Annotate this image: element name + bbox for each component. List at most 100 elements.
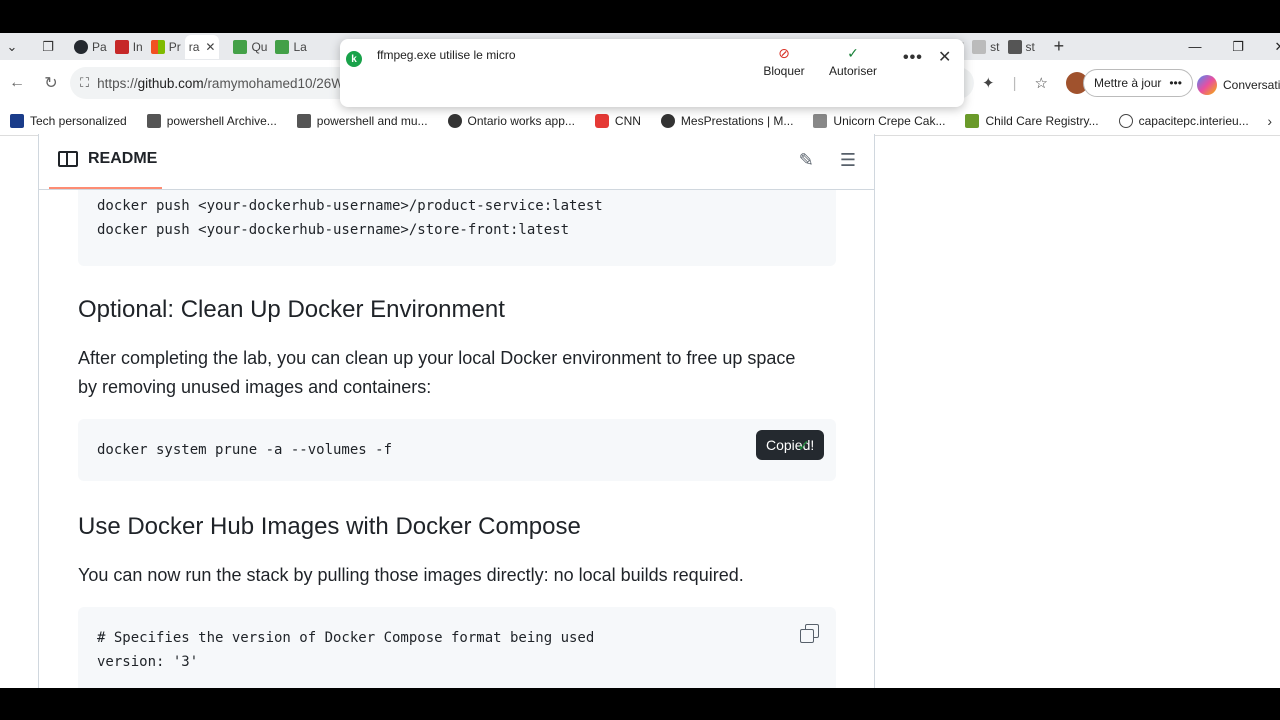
powershell-icon: [296, 113, 311, 128]
code-line: docker system prune -a --volumes -f: [97, 442, 393, 458]
checkmark-icon[interactable]: ✓: [798, 435, 809, 456]
edit-pencil-icon[interactable]: ✎: [799, 150, 814, 171]
toolbar-right: ✦ | ☆: [982, 60, 1088, 106]
microsoft-icon: [150, 39, 165, 54]
tab-label: La: [293, 39, 307, 54]
bookmark-label: powershell Archive...: [166, 113, 277, 128]
favorites-icon[interactable]: ☆: [1034, 74, 1047, 92]
refresh-icon[interactable]: ↻: [34, 66, 68, 100]
tab-active[interactable]: ra ✕: [184, 34, 220, 59]
copied-tooltip: Copied!: [756, 430, 825, 460]
url-domain: github.com: [137, 75, 204, 91]
bookmark-label: Tech personalized: [30, 113, 127, 128]
permission-message: ffmpeg.exe utilise le micro: [377, 48, 516, 62]
tab-5[interactable]: Qu: [229, 35, 271, 59]
bookmark-label: Child Care Registry...: [985, 113, 1099, 128]
allow-check-icon: ✓: [847, 45, 859, 61]
close-x-favicon-icon: [114, 39, 129, 54]
ontario-icon: [447, 113, 462, 128]
child-care-icon: [965, 113, 980, 128]
tab-2[interactable]: In: [111, 35, 147, 59]
code-line: version: '3': [97, 654, 199, 670]
bookmark-item[interactable]: Child Care Registry...: [965, 113, 1099, 128]
tab-label: In: [132, 39, 143, 54]
update-label: Mettre à jour: [1094, 76, 1162, 90]
workspaces-icon[interactable]: ❐: [36, 35, 60, 59]
section-heading: Use Docker Hub Images with Docker Compos…: [78, 513, 581, 540]
block-icon: ⊘: [778, 45, 790, 61]
tab-label: st: [1025, 39, 1035, 54]
section-heading: Optional: Clean Up Docker Environment: [78, 296, 505, 323]
tab-list-chevron-icon[interactable]: ⌄: [0, 35, 24, 59]
bookmark-item[interactable]: MesPrestations | M...: [660, 113, 793, 128]
top-black-bar: [0, 0, 1280, 33]
bookmark-label: capacitepc.interieu...: [1138, 113, 1249, 128]
bookmark-label: CNN: [614, 113, 641, 128]
stick-figure-icon: [972, 39, 987, 54]
bookmark-item[interactable]: powershell Archive...: [146, 113, 277, 128]
readme-header: README ✎ ☰: [39, 134, 874, 190]
readme-tab-underline: [49, 187, 162, 189]
outline-list-icon[interactable]: ☰: [840, 150, 856, 171]
app-k-icon: k: [346, 51, 362, 67]
copy-icon[interactable]: [800, 624, 819, 643]
powershell-icon: [146, 113, 161, 128]
bookmark-item[interactable]: CNN: [594, 113, 641, 128]
bookmark-item[interactable]: Tech personalized: [10, 113, 127, 128]
update-button[interactable]: Mettre à jour •••: [1083, 69, 1193, 97]
tab-1[interactable]: Pa: [70, 35, 111, 59]
microphone-permission-popup: k ffmpeg.exe utilise le micro ⊘ Bloquer ✓…: [340, 39, 964, 107]
block-button[interactable]: ⊘ Bloquer: [754, 46, 814, 78]
tab-3[interactable]: Pr: [147, 35, 185, 59]
allow-label: Autoriser: [828, 64, 878, 78]
url-prefix: https://: [97, 75, 138, 91]
new-tab-plus-icon[interactable]: +: [1047, 35, 1071, 59]
github-icon: [74, 39, 88, 54]
close-tab-icon[interactable]: ✕: [205, 40, 215, 54]
readme-actions: ✎ ☰: [799, 150, 856, 171]
close-window-icon[interactable]: ✕: [1260, 33, 1280, 60]
browser-window: ⌄ ❐ Pa In Pr ra✕ Qu La wi st st + — ❐ ✕ …: [0, 33, 1280, 688]
ontario-icon: [660, 113, 675, 128]
tab-label: Pa: [92, 39, 107, 54]
extensions-icon[interactable]: ✦: [982, 74, 995, 92]
close-popup-icon[interactable]: ✕: [938, 47, 951, 67]
readme-container: README ✎ ☰ docker push <your-dockerhub-u…: [38, 134, 875, 688]
globe-icon: [1118, 113, 1133, 128]
bookmarks-more-chevron-icon[interactable]: ›: [1267, 113, 1272, 129]
allow-button[interactable]: ✓ Autoriser: [823, 46, 883, 78]
ac-icon: [233, 39, 248, 54]
toolbar-divider: |: [1012, 74, 1017, 92]
stick-figure-icon: [1007, 39, 1022, 54]
bookmark-label: Ontario works app...: [467, 113, 575, 128]
more-options-icon[interactable]: •••: [903, 49, 923, 67]
bookmark-item[interactable]: Ontario works app...: [447, 113, 575, 128]
bookmark-label: Unicorn Crepe Cak...: [833, 113, 946, 128]
tab-label: st: [990, 39, 1000, 54]
copilot-icon: [1197, 75, 1217, 95]
back-arrow-icon[interactable]: ←: [0, 66, 34, 100]
bookmark-item[interactable]: powershell and mu...: [296, 113, 428, 128]
bookmarks-bar: Tech personalized powershell Archive... …: [0, 106, 1280, 136]
bookmark-item[interactable]: Unicorn Crepe Cak...: [813, 113, 946, 128]
code-line: # Specifies the version of Docker Compos…: [97, 630, 595, 646]
tab-label: Qu: [251, 39, 268, 54]
bookmark-item[interactable]: capacitepc.interieu...: [1118, 113, 1249, 128]
block-label: Bloquer: [763, 64, 805, 78]
paragraph: After completing the lab, you can clean …: [78, 348, 796, 397]
site-info-icon[interactable]: ⛶: [80, 75, 89, 91]
copilot-button[interactable]: Conversatio: [1197, 75, 1280, 95]
restore-icon[interactable]: ❐: [1218, 33, 1258, 60]
tab-9[interactable]: st: [1004, 35, 1039, 59]
permission-text: utilise le micro: [439, 48, 516, 62]
code-line: docker push <your-dockerhub-username>/pr…: [97, 198, 603, 214]
unicorn-icon: [813, 113, 828, 128]
tab-6[interactable]: La: [271, 35, 310, 59]
code-line: docker push <your-dockerhub-username>/st…: [97, 222, 570, 238]
code-block-prune: docker system prune -a --volumes -f Copi…: [78, 419, 836, 481]
tab-8[interactable]: st: [968, 35, 1003, 59]
readme-tab[interactable]: README: [58, 150, 157, 168]
minimize-icon[interactable]: —: [1175, 33, 1215, 60]
book-icon: [58, 151, 78, 167]
code-block-compose: # Specifies the version of Docker Compos…: [78, 607, 836, 688]
